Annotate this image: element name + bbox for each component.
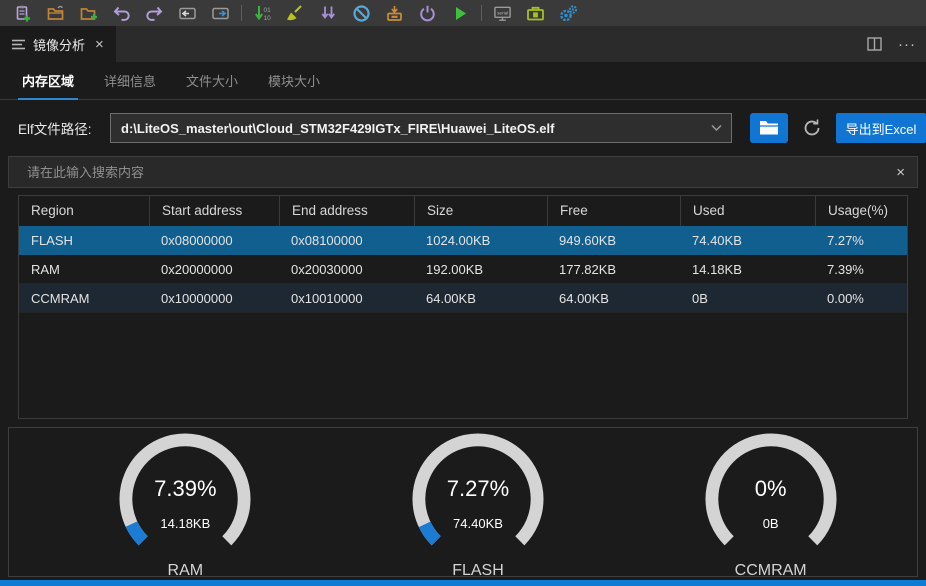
cell-start: 0x20000000 (149, 255, 279, 283)
usage-gauges-panel: 7.39% 14.18KB RAM 7.27% 74.40KB FLASH 0% 0B CCMR… (8, 427, 918, 577)
gauge-used-value: 14.18KB (100, 516, 270, 531)
usage-gauge-ccmram: 0%0BCCMRAM (686, 428, 856, 576)
cell-free: 949.60KB (547, 226, 680, 254)
move-view-left-icon[interactable] (171, 0, 204, 26)
reset-icon[interactable] (411, 0, 444, 26)
main-toolbar: 0110 serial (0, 0, 926, 26)
cell-region: FLASH (19, 226, 149, 254)
list-icon (12, 39, 25, 50)
settings-gears-icon[interactable] (552, 0, 585, 26)
column-header[interactable]: Used (680, 196, 815, 226)
gauge-region-label: CCMRAM (686, 562, 856, 580)
compile-icon[interactable]: 0110 (246, 0, 279, 26)
subtab-bar: 内存区域 详细信息 文件大小 模块大小 (0, 70, 926, 100)
search-input[interactable] (9, 157, 917, 187)
cell-used: 0B (680, 284, 815, 312)
svg-text:serial: serial (497, 10, 508, 15)
gauge-percent-value: 7.39% (100, 476, 270, 502)
elf-path-label: Elf文件路径: (18, 118, 110, 138)
table-row-ccmram[interactable]: CCMRAM0x100000000x1001000064.00KB64.00KB… (19, 284, 907, 313)
run-icon[interactable] (444, 0, 477, 26)
bottom-progress-bar (0, 580, 926, 586)
table-body: FLASH0x080000000x081000001024.00KB949.60… (19, 226, 907, 313)
column-header[interactable]: End address (279, 196, 414, 226)
move-view-right-icon[interactable] (204, 0, 237, 26)
gauge-used-value: 0B (686, 516, 856, 531)
search-box: × (8, 156, 918, 188)
cell-used: 74.40KB (680, 226, 815, 254)
editor-tab-bar: 镜像分析 × ··· (0, 26, 926, 62)
close-icon[interactable]: × (95, 36, 104, 53)
cell-end: 0x08100000 (279, 226, 414, 254)
tab-title: 镜像分析 (33, 35, 85, 54)
subtab-detail-info[interactable]: 详细信息 (104, 71, 156, 99)
undo-icon[interactable] (105, 0, 138, 26)
more-actions-icon[interactable]: ··· (898, 36, 916, 53)
column-header[interactable]: Free (547, 196, 680, 226)
cell-usage: 7.39% (815, 255, 907, 283)
cell-region: RAM (19, 255, 149, 283)
column-header[interactable]: Start address (149, 196, 279, 226)
browse-folder-button[interactable] (750, 113, 788, 143)
redo-icon[interactable] (138, 0, 171, 26)
cell-size: 192.00KB (414, 255, 547, 283)
cell-start: 0x10000000 (149, 284, 279, 312)
rebuild-icon[interactable] (312, 0, 345, 26)
gauge-region-label: FLASH (393, 562, 563, 580)
serial-terminal-icon[interactable]: serial (486, 0, 519, 26)
chevron-down-icon[interactable] (711, 125, 722, 132)
cell-free: 64.00KB (547, 284, 680, 312)
cell-used: 14.18KB (680, 255, 815, 283)
gauge-percent-value: 7.27% (393, 476, 563, 502)
clean-icon[interactable] (279, 0, 312, 26)
column-header[interactable]: Usage(%) (815, 196, 907, 226)
svg-text:10: 10 (264, 15, 272, 22)
cell-usage: 0.00% (815, 284, 907, 312)
subtab-module-size[interactable]: 模块大小 (268, 71, 320, 99)
export-excel-button[interactable]: 导出到Excel (836, 113, 926, 143)
split-editor-icon[interactable] (867, 37, 882, 51)
refresh-icon[interactable] (801, 117, 823, 139)
cell-end: 0x10010000 (279, 284, 414, 312)
new-project-icon[interactable] (6, 0, 39, 26)
toolbar-separator (241, 5, 242, 21)
cell-size: 1024.00KB (414, 226, 547, 254)
subtab-file-size[interactable]: 文件大小 (186, 71, 238, 99)
cell-size: 64.00KB (414, 284, 547, 312)
gauge-region-label: RAM (100, 562, 270, 580)
clear-search-icon[interactable]: × (896, 164, 905, 181)
image-analysis-view: 内存区域 详细信息 文件大小 模块大小 Elf文件路径: 导出到Excel × … (0, 62, 926, 580)
cell-region: CCMRAM (19, 284, 149, 312)
tabbar-actions: ··· (867, 26, 926, 62)
stop-build-icon[interactable] (345, 0, 378, 26)
column-header[interactable]: Region (19, 196, 149, 226)
svg-text:01: 01 (264, 7, 272, 14)
table-row-ram[interactable]: RAM0x200000000x20030000192.00KB177.82KB1… (19, 255, 907, 284)
gauge-percent-value: 0% (686, 476, 856, 502)
tab-image-analysis[interactable]: 镜像分析 × (0, 26, 116, 62)
app-window: 0110 serial 镜像分析 × ··· 内存区域 详细信息 文件大小 模块… (0, 0, 926, 586)
table-row-flash[interactable]: FLASH0x080000000x081000001024.00KB949.60… (19, 226, 907, 255)
subtab-memory-region[interactable]: 内存区域 (22, 71, 74, 99)
memory-region-table: RegionStart addressEnd addressSizeFreeUs… (18, 195, 908, 419)
table-header: RegionStart addressEnd addressSizeFreeUs… (19, 196, 907, 226)
cell-end: 0x20030000 (279, 255, 414, 283)
elf-path-row: Elf文件路径: 导出到Excel (0, 113, 926, 143)
open-project-icon[interactable] (39, 0, 72, 26)
cell-usage: 7.27% (815, 226, 907, 254)
elf-path-input[interactable] (111, 114, 731, 142)
toolbox-icon[interactable] (519, 0, 552, 26)
cell-start: 0x08000000 (149, 226, 279, 254)
burn-icon[interactable] (378, 0, 411, 26)
usage-gauge-ram: 7.39%14.18KBRAM (100, 428, 270, 576)
new-folder-icon[interactable] (72, 0, 105, 26)
column-header[interactable]: Size (414, 196, 547, 226)
elf-path-combobox[interactable] (110, 113, 732, 143)
gauge-used-value: 74.40KB (393, 516, 563, 531)
toolbar-separator (481, 5, 482, 21)
cell-free: 177.82KB (547, 255, 680, 283)
usage-gauge-flash: 7.27%74.40KBFLASH (393, 428, 563, 576)
